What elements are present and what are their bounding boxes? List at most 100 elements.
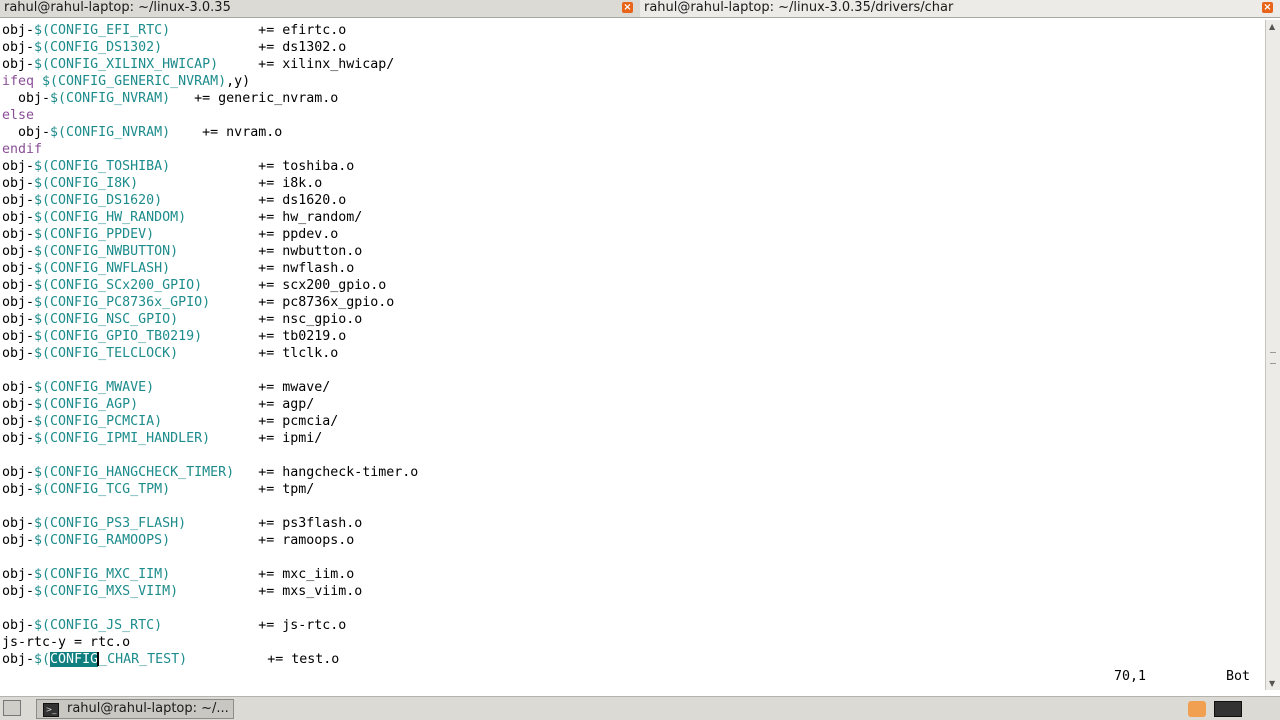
config-variable: $(CONFIG_PS3_FLASH) (34, 516, 187, 531)
scroll-down-icon[interactable]: ▼ (1269, 679, 1275, 688)
code-line: obj-$(CONFIG_NWBUTTON) += nwbutton.o (2, 243, 362, 260)
tab-linux-root[interactable]: rahul@rahul-laptop: ~/linux-3.0.35 (0, 0, 640, 17)
build-target: += nsc_gpio.o (178, 312, 363, 327)
config-variable: $(CONFIG_JS_RTC) (34, 618, 163, 633)
code-line: obj-$(CONFIG_MXS_VIIM) += mxs_viim.o (2, 583, 362, 600)
code-line: obj-$(CONFIG_PPDEV) += ppdev.o (2, 226, 338, 243)
config-variable: $(CONFIG_HANGCHECK_TIMER) (34, 465, 235, 480)
code-line: obj-$(CONFIG_EFI_RTC) += efirtc.o (2, 22, 346, 39)
obj-prefix: obj- (2, 295, 35, 310)
config-variable: $(CONFIG_HW_RANDOM) (34, 210, 187, 225)
config-variable: $(CONFIG_MXC_IIM) (34, 567, 171, 582)
config-variable: $(CONFIG_MWAVE) (34, 380, 155, 395)
terminal-icon: >_ (43, 703, 59, 717)
scrollbar-grip[interactable] (1270, 352, 1276, 364)
build-target: += nwflash.o (170, 261, 355, 276)
scroll-up-icon[interactable]: ▲ (1269, 22, 1275, 31)
obj-prefix: obj- (2, 57, 35, 72)
obj-prefix: obj- (2, 652, 35, 667)
code-line: obj-$(CONFIG_TOSHIBA) += toshiba.o (2, 158, 354, 175)
obj-prefix: obj- (2, 312, 35, 327)
code-line: obj-$(CONFIG_IPMI_HANDLER) += ipmi/ (2, 430, 322, 447)
build-target: += ds1302.o (162, 40, 347, 55)
code-line: obj-$(CONFIG_DS1620) += ds1620.o (2, 192, 346, 209)
config-variable: $(CONFIG_EFI_RTC) (34, 23, 171, 38)
build-target: += ramoops.o (170, 533, 355, 548)
code-line: obj-$(CONFIG_GPIO_TB0219) += tb0219.o (2, 328, 346, 345)
config-variable: $(CONFIG_NSC_GPIO) (34, 312, 179, 327)
code-line: obj-$(CONFIG_MXC_IIM) += mxc_iim.o (2, 566, 354, 583)
code-line: obj-$(CONFIG_AGP) += agp/ (2, 396, 314, 413)
obj-prefix: obj- (2, 125, 51, 140)
config-variable: $(CONFIG_DS1302) (34, 40, 163, 55)
obj-prefix: obj- (2, 414, 35, 429)
build-target: += ipmi/ (210, 431, 323, 446)
vim-editor-area[interactable]: obj-$(CONFIG_EFI_RTC) += efirtc.o obj-$(C… (0, 20, 1264, 692)
terminal-tab-bar: rahul@rahul-laptop: ~/linux-3.0.35 × rah… (0, 0, 1280, 18)
obj-prefix: obj- (2, 193, 35, 208)
config-variable: $(CONFIG_PPDEV) (34, 227, 155, 242)
tab-title: rahul@rahul-laptop: ~/linux-3.0.35 (4, 0, 231, 15)
obj-prefix: obj- (2, 380, 35, 395)
config-variable: $(CONFIG_TCG_TPM) (34, 482, 171, 497)
config-variable: $(CONFIG_NVRAM) (50, 91, 171, 106)
obj-prefix: obj- (2, 244, 35, 259)
build-target: += mxs_viim.o (178, 584, 363, 599)
keyword: endif (2, 142, 43, 157)
vertical-scrollbar[interactable]: ▲ ▼ (1265, 20, 1280, 690)
code-line: obj-$(CONFIG_RAMOOPS) += ramoops.o (2, 532, 354, 549)
obj-prefix: obj- (2, 210, 35, 225)
tab-drivers-char[interactable]: rahul@rahul-laptop: ~/linux-3.0.35/drive… (640, 0, 1280, 17)
obj-prefix: obj- (2, 397, 35, 412)
config-variable: $(CONFIG_NWBUTTON) (34, 244, 179, 259)
close-tab-icon[interactable]: × (622, 2, 633, 13)
close-tab-icon[interactable]: × (1262, 2, 1273, 13)
taskbar-window-button[interactable]: >_ rahul@rahul-laptop: ~/... (36, 699, 234, 719)
obj-prefix: obj- (2, 159, 35, 174)
trash-icon[interactable] (1188, 701, 1206, 717)
obj-prefix: obj- (2, 431, 35, 446)
config-variable: $(CONFIG_XILINX_HWICAP) (34, 57, 219, 72)
bottom-panel: >_ rahul@rahul-laptop: ~/... (0, 696, 1280, 720)
build-target: += scx200_gpio.o (202, 278, 387, 293)
code-line: obj-$(CONFIG_CHAR_TEST) += test.o (2, 651, 339, 668)
code-line: js-rtc-y = rtc.o (2, 634, 130, 651)
config-variable: $(CONFIG_TELCLOCK) (34, 346, 179, 361)
show-desktop-icon[interactable] (3, 700, 21, 716)
keyword: else (2, 108, 35, 123)
cursor-position: 70,1 (1114, 669, 1147, 684)
build-target: += toshiba.o (170, 159, 355, 174)
build-target: += efirtc.o (170, 23, 347, 38)
code-line: obj-$(CONFIG_TCG_TPM) += tpm/ (2, 481, 314, 498)
build-target: += test.o (187, 652, 340, 667)
obj-prefix: obj- (2, 465, 35, 480)
code-line: endif (2, 141, 42, 158)
obj-prefix: obj- (2, 567, 35, 582)
obj-prefix: obj- (2, 584, 35, 599)
code-line: ifeq $(CONFIG_GENERIC_NVRAM),y) (2, 73, 250, 90)
obj-prefix: obj- (2, 329, 35, 344)
config-variable: _CHAR_TEST) (99, 652, 188, 667)
scroll-indicator: Bot (1226, 669, 1251, 684)
obj-prefix: obj- (2, 346, 35, 361)
code-line: obj-$(CONFIG_PS3_FLASH) += ps3flash.o (2, 515, 362, 532)
build-target: += hangcheck-timer.o (234, 465, 419, 480)
terminal-launcher-icon[interactable] (1214, 701, 1242, 717)
code-line: obj-$(CONFIG_DS1302) += ds1302.o (2, 39, 346, 56)
code-line: obj-$(CONFIG_SCx200_GPIO) += scx200_gpio… (2, 277, 386, 294)
plain-text: js-rtc-y = rtc.o (2, 635, 131, 650)
config-variable: $(CONFIG_GPIO_TB0219) (34, 329, 203, 344)
build-target: += mwave/ (154, 380, 331, 395)
build-target: += xilinx_hwicap/ (218, 57, 395, 72)
obj-prefix: obj- (2, 40, 35, 55)
obj-prefix: obj- (2, 533, 35, 548)
build-target: += i8k.o (138, 176, 323, 191)
obj-prefix: obj- (2, 91, 51, 106)
build-target: += tlclk.o (178, 346, 339, 361)
code-line: obj-$(CONFIG_NVRAM) += generic_nvram.o (2, 90, 338, 107)
build-target: += ppdev.o (154, 227, 339, 242)
code-line: obj-$(CONFIG_XILINX_HWICAP) += xilinx_hw… (2, 56, 394, 73)
config-variable: $(CONFIG_SCx200_GPIO) (34, 278, 203, 293)
build-target: += agp/ (138, 397, 315, 412)
code-line: else (2, 107, 34, 124)
